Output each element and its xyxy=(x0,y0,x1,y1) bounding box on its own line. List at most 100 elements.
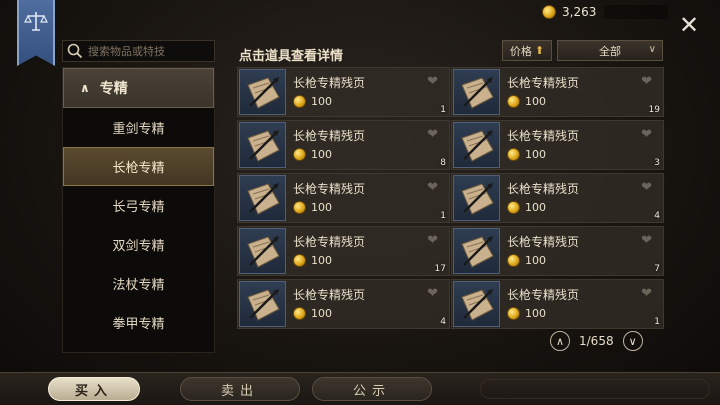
item-name: 长枪专精残页 xyxy=(507,288,580,302)
item-price-value: 100 xyxy=(311,95,332,108)
item-price: 100 xyxy=(507,148,546,161)
scroll-page-icon xyxy=(453,175,500,221)
filter-dropdown[interactable]: 全部 ∨ xyxy=(557,40,663,61)
item-name: 长枪专精残页 xyxy=(293,129,366,143)
page-up-button[interactable]: ∧ xyxy=(550,331,570,351)
favorite-heart-icon[interactable]: ❤ xyxy=(641,286,652,301)
item-name: 长枪专精残页 xyxy=(293,288,366,302)
favorite-heart-icon[interactable]: ❤ xyxy=(427,286,438,301)
item-card[interactable]: 3 长枪专精残页 100 ❤ xyxy=(451,120,664,170)
scroll-page-icon xyxy=(453,281,500,327)
tab-sell[interactable]: 卖出 xyxy=(180,377,300,401)
tab-buy-label: 买入 xyxy=(74,383,113,399)
gold-coin-icon xyxy=(293,254,306,267)
scroll-page-icon xyxy=(453,122,500,168)
sort-price-button[interactable]: 价格 ⬆ xyxy=(502,40,552,61)
item-price-value: 100 xyxy=(311,254,332,267)
favorite-heart-icon[interactable]: ❤ xyxy=(641,74,652,89)
footer-ornament xyxy=(480,379,710,399)
item-card[interactable]: 8 长枪专精残页 100 ❤ xyxy=(237,120,450,170)
item-quantity: 17 xyxy=(434,264,446,274)
chevron-up-icon: ∧ xyxy=(555,334,565,348)
item-quantity: 19 xyxy=(648,105,660,115)
scroll-page-icon xyxy=(239,122,286,168)
tab-buy[interactable]: 买入 xyxy=(48,377,140,401)
sidebar-item-staff[interactable]: 法杖专精 xyxy=(63,264,214,303)
item-card[interactable]: 4 长枪专精残页 100 ❤ xyxy=(451,173,664,223)
sidebar-item-label: 长弓专精 xyxy=(112,200,165,215)
item-price-value: 100 xyxy=(525,148,546,161)
sidebar-item-spear[interactable]: 长枪专精 xyxy=(63,147,214,186)
listing-hint: 点击道具查看详情 xyxy=(239,49,344,64)
item-card[interactable]: 4 长枪专精残页 100 ❤ xyxy=(237,279,450,329)
item-card[interactable]: 1 长枪专精残页 100 ❤ xyxy=(451,279,664,329)
search-placeholder: 搜索物品或特技 xyxy=(88,45,165,58)
page-indicator: 1/658 xyxy=(579,334,614,348)
favorite-heart-icon[interactable]: ❤ xyxy=(427,127,438,142)
item-quantity: 1 xyxy=(654,317,660,327)
item-name: 长枪专精残页 xyxy=(293,182,366,196)
item-price: 100 xyxy=(293,254,332,267)
sort-price-label: 价格 xyxy=(509,44,532,58)
favorite-heart-icon[interactable]: ❤ xyxy=(641,180,652,195)
gold-coin-icon xyxy=(507,148,520,161)
close-button[interactable]: ✕ xyxy=(676,12,702,38)
item-card[interactable]: 7 长枪专精残页 100 ❤ xyxy=(451,226,664,276)
category-header-specialization[interactable]: ∧ 专精 xyxy=(63,68,214,108)
gold-coin-icon xyxy=(507,254,520,267)
item-price: 100 xyxy=(507,201,546,214)
item-card[interactable]: 1 长枪专精残页 100 ❤ xyxy=(237,67,450,117)
item-quantity: 7 xyxy=(654,264,660,274)
sidebar-item-greatsword[interactable]: 重剑专精 xyxy=(63,108,214,147)
sidebar-item-label: 重剑专精 xyxy=(112,122,165,137)
scales-icon xyxy=(24,12,48,31)
scroll-page-icon xyxy=(453,228,500,274)
favorite-heart-icon[interactable]: ❤ xyxy=(641,233,652,248)
item-quantity: 4 xyxy=(654,211,660,221)
scroll-page-icon xyxy=(239,69,286,115)
item-card[interactable]: 17 长枪专精残页 100 ❤ xyxy=(237,226,450,276)
item-card[interactable]: 19 长枪专精残页 100 ❤ xyxy=(451,67,664,117)
item-price: 100 xyxy=(293,95,332,108)
item-price-value: 100 xyxy=(311,307,332,320)
sidebar-item-label: 法杖专精 xyxy=(112,278,165,293)
sidebar-item-label: 长枪专精 xyxy=(112,161,165,176)
item-name: 长枪专精残页 xyxy=(293,235,366,249)
item-price: 100 xyxy=(293,148,332,161)
item-price-value: 100 xyxy=(525,95,546,108)
tab-public[interactable]: 公示 xyxy=(312,377,432,401)
favorite-heart-icon[interactable]: ❤ xyxy=(641,127,652,142)
sort-ascending-icon: ⬆ xyxy=(534,44,545,57)
item-name: 长枪专精残页 xyxy=(293,76,366,90)
gold-coin-icon xyxy=(293,148,306,161)
favorite-heart-icon[interactable]: ❤ xyxy=(427,233,438,248)
item-quantity: 8 xyxy=(440,158,446,168)
item-quantity: 1 xyxy=(440,211,446,221)
sidebar-item-longbow[interactable]: 长弓专精 xyxy=(63,186,214,225)
item-card[interactable]: 1 长枪专精残页 100 ❤ xyxy=(237,173,450,223)
item-price: 100 xyxy=(507,307,546,320)
favorite-heart-icon[interactable]: ❤ xyxy=(427,180,438,195)
gold-coin-icon xyxy=(507,201,520,214)
page-down-button[interactable]: ∨ xyxy=(622,331,643,351)
item-name: 长枪专精残页 xyxy=(507,76,580,90)
sidebar-item-dual-blades[interactable]: 双剑专精 xyxy=(63,225,214,264)
gold-coin-icon xyxy=(293,201,306,214)
pagination: ∧ 1/658 ∨ xyxy=(550,331,643,351)
item-name: 长枪专精残页 xyxy=(507,182,580,196)
sidebar-item-gauntlet[interactable]: 拳甲专精 xyxy=(63,303,214,342)
item-quantity: 3 xyxy=(654,158,660,168)
favorite-heart-icon[interactable]: ❤ xyxy=(427,74,438,89)
gold-coin-icon xyxy=(542,5,556,19)
gold-coin-icon xyxy=(507,95,520,108)
gold-bar xyxy=(604,5,669,19)
gold-coin-icon xyxy=(507,307,520,320)
item-price: 100 xyxy=(507,95,546,108)
item-quantity: 4 xyxy=(440,317,446,327)
category-header-label: 专精 xyxy=(99,81,128,97)
gold-coin-icon xyxy=(293,95,306,108)
search-input[interactable]: 搜索物品或特技 xyxy=(62,40,215,62)
item-price: 100 xyxy=(507,254,546,267)
item-price-value: 100 xyxy=(311,148,332,161)
gold-amount: 3,263 xyxy=(562,5,597,19)
